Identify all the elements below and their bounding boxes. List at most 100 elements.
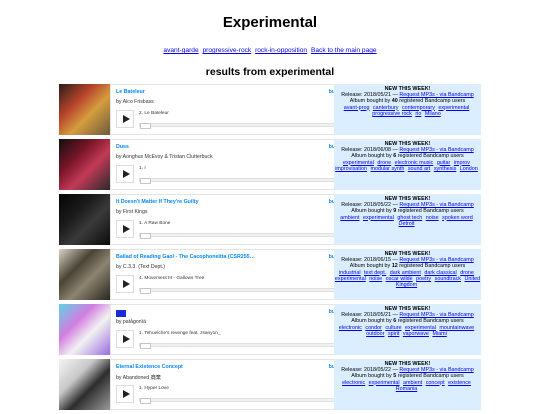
tag-link[interactable]: condor [365,325,381,331]
album-row: It Doesn't Matter If They're Guilty by Fi… [59,194,481,245]
request-mp3-link[interactable]: Request MP3s - via Bandcamp [399,367,473,373]
tag-link[interactable]: poetry [416,276,431,282]
tag-link[interactable]: experimental [335,276,366,282]
tag-link[interactable]: spirit [388,331,399,337]
tag-link-avant-garde[interactable]: avant-garde [163,47,198,54]
tag-link-rock-in-opposition[interactable]: rock-in-opposition [255,47,307,54]
bought-count: Album bought by 12 registered Bandcamp u… [349,263,466,270]
tag-link[interactable]: Milano [425,111,441,117]
track-title: 2. Le Bateleur [139,111,169,116]
tag-link-progressive-rock[interactable]: progressive-rock [202,47,251,54]
slider-knob[interactable] [140,178,151,184]
tag-link[interactable]: ambient [403,380,422,386]
album-row: Ballad of Reading Gaol - The Cacophoneit… [59,249,481,300]
play-button[interactable] [116,330,134,348]
tag-link[interactable]: progressive rock [372,111,412,117]
tag-link[interactable]: concept [426,380,445,386]
tag-link[interactable]: Detroit [399,221,415,227]
tag-link[interactable]: experimental [405,325,436,331]
tag-link[interactable]: sound art [408,166,430,172]
album-art[interactable] [59,84,110,135]
slider-knob[interactable] [140,288,151,294]
tag-link[interactable]: experimental [438,105,469,111]
results-heading: results from experimental [205,66,335,78]
album-art[interactable] [59,194,110,245]
play-button[interactable] [116,165,134,183]
album-art[interactable] [59,359,110,410]
tag-link[interactable]: contemporary [402,105,435,111]
slider-knob[interactable] [140,398,151,404]
tag-link[interactable]: synthesis [434,166,456,172]
artist-name: by C.3.3. (Text Dept.) [116,264,166,270]
tag-link[interactable]: experimental [369,380,400,386]
tag-link[interactable]: outdoor [366,331,384,337]
tag-link[interactable]: avant-prog [344,105,370,111]
tag-link[interactable]: ambient [340,215,359,221]
tag-link[interactable]: guitar [437,160,451,166]
tag-link[interactable]: electronic music [395,160,434,166]
album-title-link[interactable]: Le Bateleur [116,89,145,95]
album-tags: industrial text dept. dark ambient dark … [334,270,481,289]
track-title: 1. Hyper Love [139,386,169,391]
tag-link[interactable]: industrial [339,270,361,276]
tag-link[interactable]: electronic [342,380,365,386]
request-mp3-link[interactable]: Request MP3s - via Bandcamp [399,257,473,263]
album-title-link[interactable]: Duss [116,144,129,150]
tag-link[interactable]: Miami [432,331,446,337]
play-button[interactable] [116,275,134,293]
play-button[interactable] [116,110,134,128]
request-mp3-link[interactable]: Request MP3s - via Bandcamp [399,147,473,153]
tag-link[interactable]: noise [426,215,439,221]
play-button[interactable] [116,385,134,403]
tag-link[interactable]: electronic [339,325,362,331]
album-row: Le Bateleurby Alco Frisbassbuysharebc2. … [59,84,481,135]
track-title: 1. Tehuelche's revenge feat. zsany1n_ [139,331,221,336]
tag-link[interactable]: ghost tech [397,215,422,221]
tag-link[interactable]: spoken word [442,215,473,221]
play-button[interactable] [116,220,134,238]
album-tags: electronic condor culture experimental m… [334,325,481,337]
tag-link[interactable]: dark classical [424,270,456,276]
album-title-link[interactable]: Ballad of Reading Gaol - The Cacophoneit… [116,254,255,260]
tag-link[interactable]: culture [385,325,401,331]
artist-name: by Alco Frisbass [116,99,154,105]
tag-link[interactable]: London [460,166,478,172]
tag-link[interactable]: drone [460,270,474,276]
tag-link[interactable]: vaporwave [403,331,429,337]
tag-link[interactable]: oscar wilde [386,276,413,282]
album-title-link[interactable]: It Doesn't Matter If They're Guilty [116,199,199,205]
tag-link[interactable]: Romania [396,386,418,392]
tag-link[interactable]: rio [415,111,421,117]
tag-link[interactable]: noise [369,276,382,282]
request-mp3-link[interactable]: Request MP3s - via Bandcamp [399,92,473,98]
tag-link[interactable]: modular synth [370,166,404,172]
album-tags: experimental drone electronic music guit… [334,160,481,172]
tag-link[interactable]: improv [454,160,470,166]
tag-link[interactable]: drone [377,160,391,166]
request-mp3-link[interactable]: Request MP3s - via Bandcamp [399,202,473,208]
tag-link[interactable]: mountainwave [439,325,474,331]
slider-knob[interactable] [140,123,151,129]
tag-link[interactable]: experimental [363,215,394,221]
album-tags: avant-prog canterbury contemporary exper… [334,105,481,117]
album-info: NEW THIS WEEK! Release: 2018/05/22 — Requ… [334,359,481,410]
album-art[interactable] [59,249,110,300]
tag-link[interactable]: canterbury [373,105,398,111]
tag-link[interactable]: existence [448,380,471,386]
request-mp3-link[interactable]: Request MP3s - via Bandcamp [399,312,473,318]
tag-link[interactable]: text dept. [364,270,386,276]
tag-link[interactable]: improvisation [335,166,367,172]
album-art[interactable] [59,304,110,355]
album-art[interactable] [59,139,110,190]
album-info: NEW THIS WEEK! Release: 2018/05/22 — Requ… [334,194,481,245]
slider-knob[interactable] [140,233,151,239]
bought-count: Album bought by 6 registered Bandcamp us… [351,153,464,160]
slider-knob[interactable] [140,343,151,349]
album-tags: ambient experimental ghost tech noise sp… [334,215,481,227]
album-title-link[interactable]: Eternal Existence Concept [116,364,183,370]
back-to-main-link[interactable]: Back to the main page [311,47,377,54]
tag-link[interactable]: soundtrack [435,276,461,282]
tag-link[interactable]: experimental [343,160,374,166]
track-title: 1. I [139,166,146,171]
tag-link[interactable]: dark ambient [390,270,421,276]
